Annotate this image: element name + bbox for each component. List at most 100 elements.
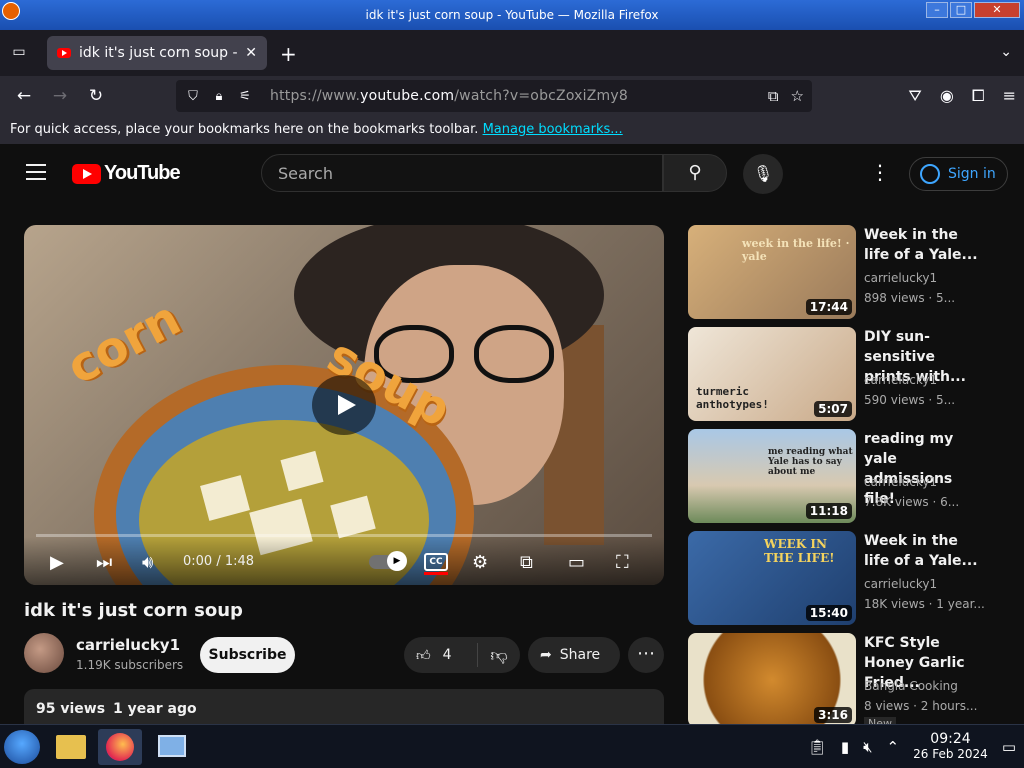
shield-icon[interactable]: ⛉ <box>184 89 202 104</box>
miniplayer-icon[interactable]: ⧉ <box>520 552 533 573</box>
player-controls: ▶ ⏭ 🔊︎ 0:00 / 1:48 CC ⚙ ⧉ ▭ ⛶ <box>24 537 664 585</box>
recommended-video[interactable]: turmeric anthotypes! 5:07 DIY sun-sensit… <box>688 327 988 421</box>
permissions-icon[interactable]: ⚟ <box>236 89 254 104</box>
video-thumbnail[interactable]: me reading what Yale has to say about me… <box>688 429 856 523</box>
theater-mode-icon[interactable]: ▭ <box>568 552 585 573</box>
recommended-video[interactable]: me reading what Yale has to say about me… <box>688 429 988 523</box>
firefox-taskbar-icon[interactable] <box>98 729 142 765</box>
more-actions-icon[interactable]: ⋯ <box>628 637 664 673</box>
recommendation-channel[interactable]: carrielucky1 <box>864 271 937 285</box>
play-icon[interactable]: ▶ <box>50 552 64 573</box>
like-button[interactable]: 👍︎ 4 <box>404 643 478 667</box>
close-window-button[interactable]: ✕ <box>974 2 1020 18</box>
share-label: Share <box>559 647 601 663</box>
bookmark-star-icon[interactable]: ☆ <box>791 87 804 105</box>
video-thumbnail[interactable]: turmeric anthotypes! 5:07 <box>688 327 856 421</box>
battery-icon[interactable]: ▮ <box>841 738 849 756</box>
video-duration: 3:16 <box>814 707 852 723</box>
manage-bookmarks-link[interactable]: Manage bookmarks... <box>483 122 623 137</box>
reload-button[interactable]: ↻ <box>84 86 108 106</box>
fullscreen-icon[interactable]: ⛶ <box>616 552 629 573</box>
channel-name[interactable]: carrielucky1 <box>76 636 180 654</box>
thumbs-up-icon: 👍︎ <box>416 647 431 664</box>
dislike-button[interactable]: 👎︎ <box>478 645 520 666</box>
close-tab-icon[interactable]: ✕ <box>245 45 257 61</box>
url-bar[interactable]: ⛉ 🔒︎ ⚟ https://www.youtube.com/watch?v=o… <box>176 80 812 112</box>
forward-button[interactable]: → <box>48 86 72 106</box>
new-tab-button[interactable]: + <box>280 42 297 66</box>
picture-in-picture-icon[interactable]: ⧉ <box>768 87 779 105</box>
recommendation-channel[interactable]: Bangla Cooking <box>864 679 958 693</box>
show-desktop-icon[interactable]: ▭ <box>1002 738 1016 756</box>
extensions-icon[interactable]: ⧠ <box>972 86 985 106</box>
sign-in-label: Sign in <box>948 166 996 182</box>
account-icon[interactable]: ◉ <box>940 86 954 106</box>
thumbnail-text: me reading what Yale has to say about me <box>768 447 853 477</box>
recommended-video[interactable]: WEEK IN THE LIFE! 15:40 Week in the life… <box>688 531 988 625</box>
next-icon[interactable]: ⏭ <box>96 552 112 573</box>
guide-menu-icon[interactable] <box>26 164 46 180</box>
view-count: 95 views <box>36 701 106 717</box>
subscribe-button[interactable]: Subscribe <box>200 637 295 673</box>
video-player[interactable]: corn soup ▶ ⏭ 🔊︎ 0:00 / 1:48 CC ⚙ ⧉ ▭ ⛶ <box>24 225 664 585</box>
clock-date: 26 Feb 2024 <box>913 747 988 761</box>
recommended-video[interactable]: 3:16 KFC Style Honey Garlic Fried... Ban… <box>688 633 988 730</box>
system-monitor-icon[interactable] <box>150 729 194 765</box>
minimize-button[interactable]: – <box>926 2 948 18</box>
recommendation-channel[interactable]: carrielucky1 <box>864 577 937 591</box>
bookmarks-hint: For quick access, place your bookmarks h… <box>10 122 483 137</box>
youtube-logo[interactable]: YouTube <box>72 162 181 185</box>
window-controls: – □ ✕ <box>926 2 1020 18</box>
thumbnail-text: week in the life! · yale <box>742 237 850 263</box>
system-tray: 📋︎ ▮ 🔇︎ ⌃ 09:24 26 Feb 2024 ▭ <box>808 725 1016 768</box>
volume-icon[interactable]: 🔊︎ <box>142 552 153 573</box>
recommendation-channel[interactable]: carrielucky1 <box>864 373 937 387</box>
recommendation-title[interactable]: Week in the life of a Yale... <box>864 531 982 571</box>
recommendation-title[interactable]: Week in the life of a Yale... <box>864 225 982 265</box>
video-duration: 17:44 <box>805 299 852 315</box>
recommended-video[interactable]: week in the life! · yale 17:44 Week in t… <box>688 225 988 319</box>
autoplay-toggle[interactable] <box>369 551 407 571</box>
clipboard-icon[interactable]: 📋︎ <box>808 738 827 756</box>
description-box[interactable]: 95 views 1 year ago <box>24 689 664 729</box>
sign-in-button[interactable]: Sign in <box>909 157 1008 191</box>
muted-volume-icon[interactable]: 🔇︎ <box>863 738 872 756</box>
settings-more-icon[interactable]: ⋮ <box>870 160 890 184</box>
upload-age: 1 year ago <box>113 701 197 717</box>
lock-icon[interactable]: 🔒︎ <box>210 89 228 104</box>
recommendation-meta: 590 views · 5... <box>864 393 956 407</box>
channel-avatar[interactable] <box>24 633 64 673</box>
share-button[interactable]: ➦ Share <box>528 637 620 673</box>
file-manager-icon[interactable] <box>50 729 94 765</box>
large-play-button[interactable] <box>312 375 376 435</box>
tray-expand-icon[interactable]: ⌃ <box>887 738 900 756</box>
pocket-icon[interactable]: ⛛ <box>908 86 921 106</box>
clock-time: 09:24 <box>930 731 971 747</box>
like-count: 4 <box>442 647 452 663</box>
microphone-icon[interactable]: 🎙︎ <box>743 154 783 194</box>
start-menu-button[interactable] <box>4 730 40 764</box>
video-title: idk it's just corn soup <box>24 600 243 621</box>
recommendation-meta: 8 views · 2 hours... <box>864 699 978 713</box>
thumbs-down-icon: 👎︎ <box>490 645 508 666</box>
youtube-header: YouTube Search ⚲ 🎙︎ ⋮ Sign in <box>0 144 1024 202</box>
captions-icon[interactable]: CC <box>424 553 448 575</box>
window-title: idk it's just corn soup - YouTube — Mozi… <box>365 8 659 22</box>
maximize-button[interactable]: □ <box>950 2 972 18</box>
list-all-tabs-icon[interactable]: ▭ <box>8 44 30 62</box>
video-thumbnail[interactable]: WEEK IN THE LIFE! 15:40 <box>688 531 856 625</box>
menu-icon[interactable]: ≡ <box>1003 86 1016 106</box>
tab-youtube[interactable]: idk it's just corn soup - Y ✕ <box>47 36 267 70</box>
clock[interactable]: 09:24 26 Feb 2024 <box>913 732 988 762</box>
tab-strip: ▭ idk it's just corn soup - Y ✕ + ⌄ <box>0 30 1024 76</box>
recommendation-channel[interactable]: carrielucky1 <box>864 475 937 489</box>
settings-gear-icon[interactable]: ⚙ <box>472 552 488 573</box>
search-icon[interactable]: ⚲ <box>663 154 727 192</box>
tab-overflow-chevron-icon[interactable]: ⌄ <box>1000 44 1012 60</box>
taskbar: 📋︎ ▮ 🔇︎ ⌃ 09:24 26 Feb 2024 ▭ <box>0 724 1024 768</box>
video-thumbnail[interactable]: week in the life! · yale 17:44 <box>688 225 856 319</box>
recommendation-meta: 898 views · 5... <box>864 291 956 305</box>
back-button[interactable]: ← <box>12 86 36 106</box>
search-input[interactable]: Search <box>261 154 663 192</box>
video-thumbnail[interactable]: 3:16 <box>688 633 856 727</box>
